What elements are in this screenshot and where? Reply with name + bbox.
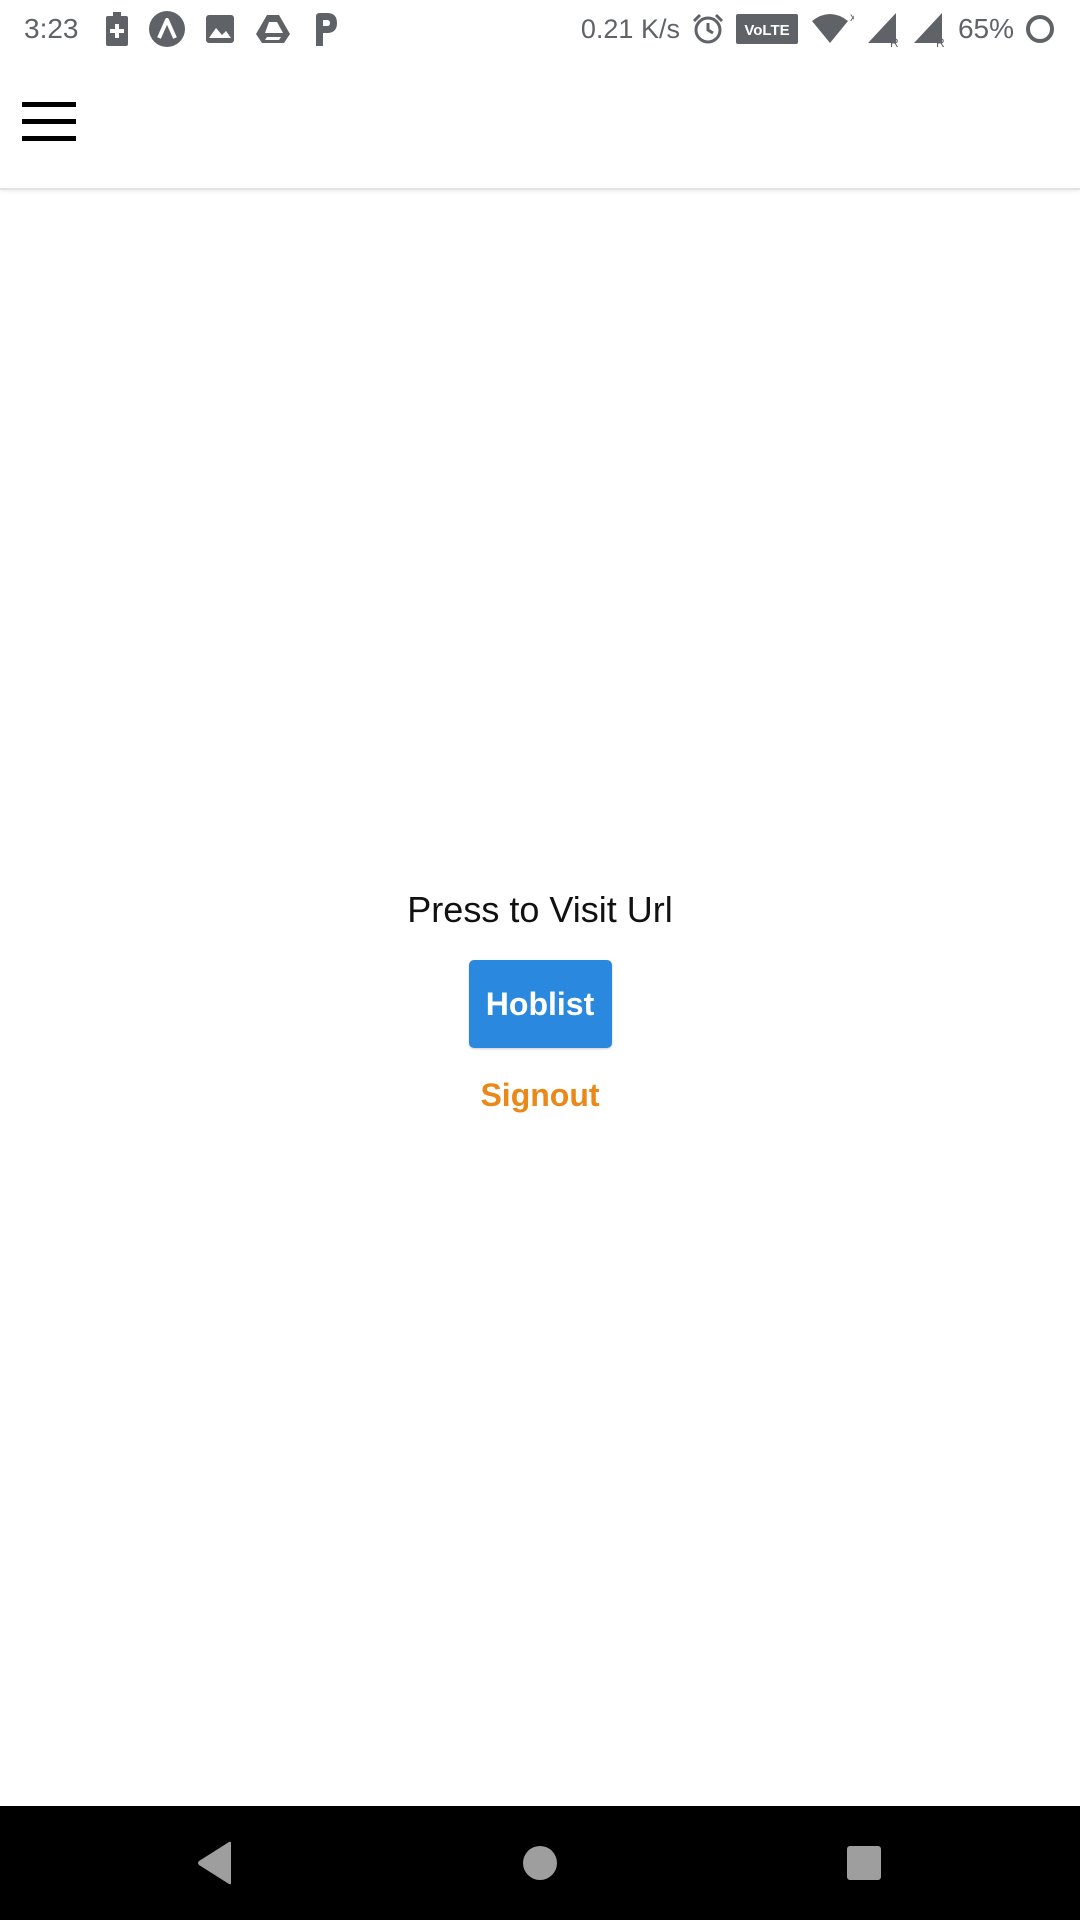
app-a-icon (148, 11, 185, 47)
home-icon[interactable] (480, 1806, 600, 1920)
svg-text:x: x (850, 11, 854, 24)
app-screen: 3:23 0.21 K/s VoLTE x R R 65% Press to V… (0, 0, 1080, 1920)
main-content: Press to Visit Url Hoblist Signout (0, 880, 1080, 1120)
status-bar-left: 3:23 (24, 11, 359, 47)
battery-saver-icon (105, 12, 129, 46)
signout-button[interactable]: Signout (480, 1070, 599, 1120)
navigation-bar (0, 1806, 1080, 1920)
battery-ring-icon (1024, 13, 1056, 45)
visit-url-prompt: Press to Visit Url (407, 889, 673, 930)
svg-text:R: R (890, 36, 899, 47)
status-bar: 3:23 0.21 K/s VoLTE x R R 65% (0, 0, 1080, 58)
network-speed: 0.21 K/s (580, 13, 680, 44)
back-icon[interactable] (155, 1806, 275, 1920)
volte-icon: VoLTE (735, 14, 798, 44)
battery-percent: 65% (957, 13, 1014, 44)
hamburger-menu-icon[interactable] (22, 102, 78, 144)
signal-r-icon: R (866, 11, 900, 47)
gallery-icon (205, 14, 235, 44)
drive-icon (255, 14, 291, 44)
alarm-icon (692, 13, 724, 45)
hoblist-button[interactable]: Hoblist (468, 960, 612, 1048)
recents-icon[interactable] (804, 1806, 924, 1920)
status-bar-right: 0.21 K/s VoLTE x R R 65% (581, 11, 1056, 47)
volte-label: VoLTE (744, 22, 789, 39)
svg-text:R: R (936, 36, 945, 47)
app-header (0, 58, 1080, 190)
status-time: 3:23 (24, 13, 79, 44)
wifi-icon: x (810, 11, 854, 47)
parking-app-icon (311, 12, 339, 46)
signal-r-icon: R (912, 11, 946, 47)
